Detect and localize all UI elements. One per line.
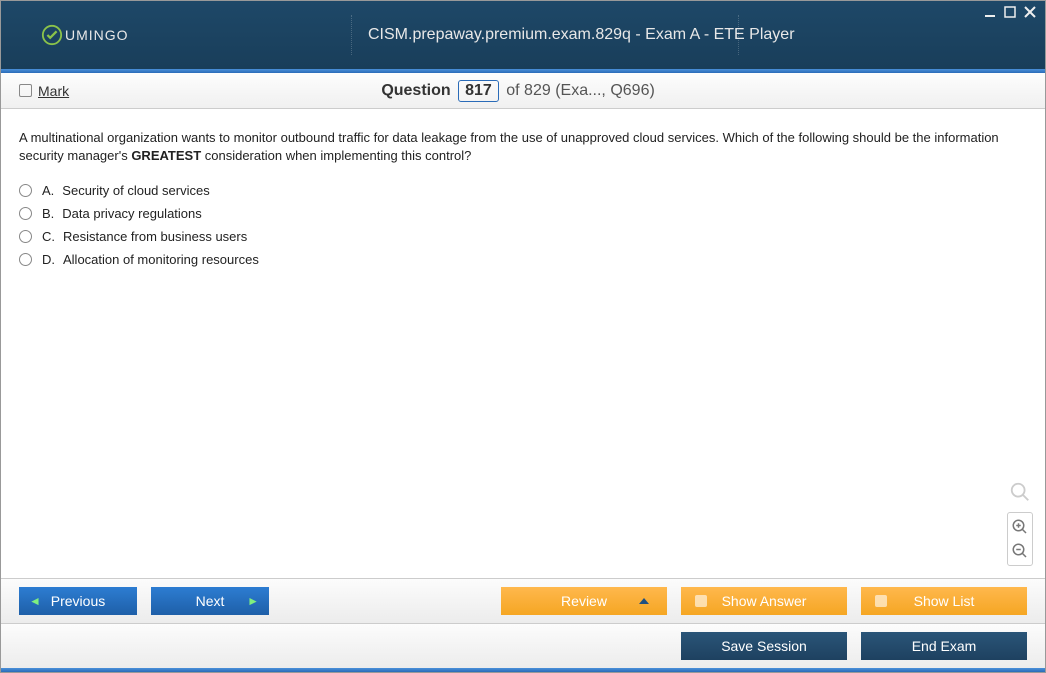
radio-b[interactable] [19,207,32,220]
end-exam-button[interactable]: End Exam [861,632,1027,660]
question-bar: Mark Question 817 of 829 (Exa..., Q696) [1,73,1045,109]
option-text: Security of cloud services [62,183,209,198]
option-letter: D. [42,252,55,267]
radio-c[interactable] [19,230,32,243]
window-controls [983,5,1037,19]
answer-icon [695,595,707,607]
footer-accent-bar [1,668,1045,672]
option-text: Data privacy regulations [62,206,201,221]
option-text: Resistance from business users [63,229,247,244]
review-button[interactable]: Review [501,587,667,615]
title-divider-right [738,15,739,55]
option-letter: A. [42,183,54,198]
show-list-button[interactable]: Show List [861,587,1027,615]
zoom-out-icon[interactable] [1010,541,1030,561]
close-icon[interactable] [1023,5,1037,19]
option-text: Allocation of monitoring resources [63,252,259,267]
option-letter: B. [42,206,54,221]
question-counter: Question 817 of 829 (Exa..., Q696) [69,80,967,102]
footer-nav: ◄ Previous Next ► Review Show Answer Sho… [1,578,1045,623]
window-title: CISM.prepaway.premium.exam.829q - Exam A… [358,26,1045,44]
next-button[interactable]: Next ► [151,587,269,615]
radio-a[interactable] [19,184,32,197]
previous-button[interactable]: ◄ Previous [19,587,137,615]
logo: UMINGO [1,24,351,46]
radio-d[interactable] [19,253,32,266]
search-icon[interactable] [1008,480,1032,504]
title-divider [351,15,352,55]
triangle-up-icon [639,598,649,604]
list-icon [875,595,887,607]
question-number-box: 817 [458,80,499,102]
option-letter: C. [42,229,55,244]
mark-checkbox[interactable] [19,84,32,97]
question-text: A multinational organization wants to mo… [19,129,1027,165]
maximize-icon[interactable] [1003,5,1017,19]
save-session-button[interactable]: Save Session [681,632,847,660]
mark-label[interactable]: Mark [38,83,69,99]
zoom-in-icon[interactable] [1010,517,1030,537]
title-bar: UMINGO CISM.prepaway.premium.exam.829q -… [1,1,1045,69]
content-area: A multinational organization wants to mo… [1,109,1045,578]
question-total: of 829 (Exa..., Q696) [506,82,655,99]
zoom-box [1007,512,1033,566]
minimize-icon[interactable] [983,5,997,19]
option-a[interactable]: A. Security of cloud services [19,183,1027,198]
logo-check-icon [41,24,63,46]
option-b[interactable]: B. Data privacy regulations [19,206,1027,221]
footer-session: Save Session End Exam [1,623,1045,668]
option-d[interactable]: D. Allocation of monitoring resources [19,252,1027,267]
arrow-left-icon: ◄ [29,594,41,608]
show-answer-button[interactable]: Show Answer [681,587,847,615]
option-c[interactable]: C. Resistance from business users [19,229,1027,244]
logo-text: UMINGO [65,27,129,43]
arrow-right-icon: ► [247,594,259,608]
zoom-tools [1007,480,1033,566]
options-list: A. Security of cloud services B. Data priv… [19,183,1027,267]
question-label: Question [381,82,450,99]
mark-checkbox-wrap[interactable]: Mark [19,83,69,99]
